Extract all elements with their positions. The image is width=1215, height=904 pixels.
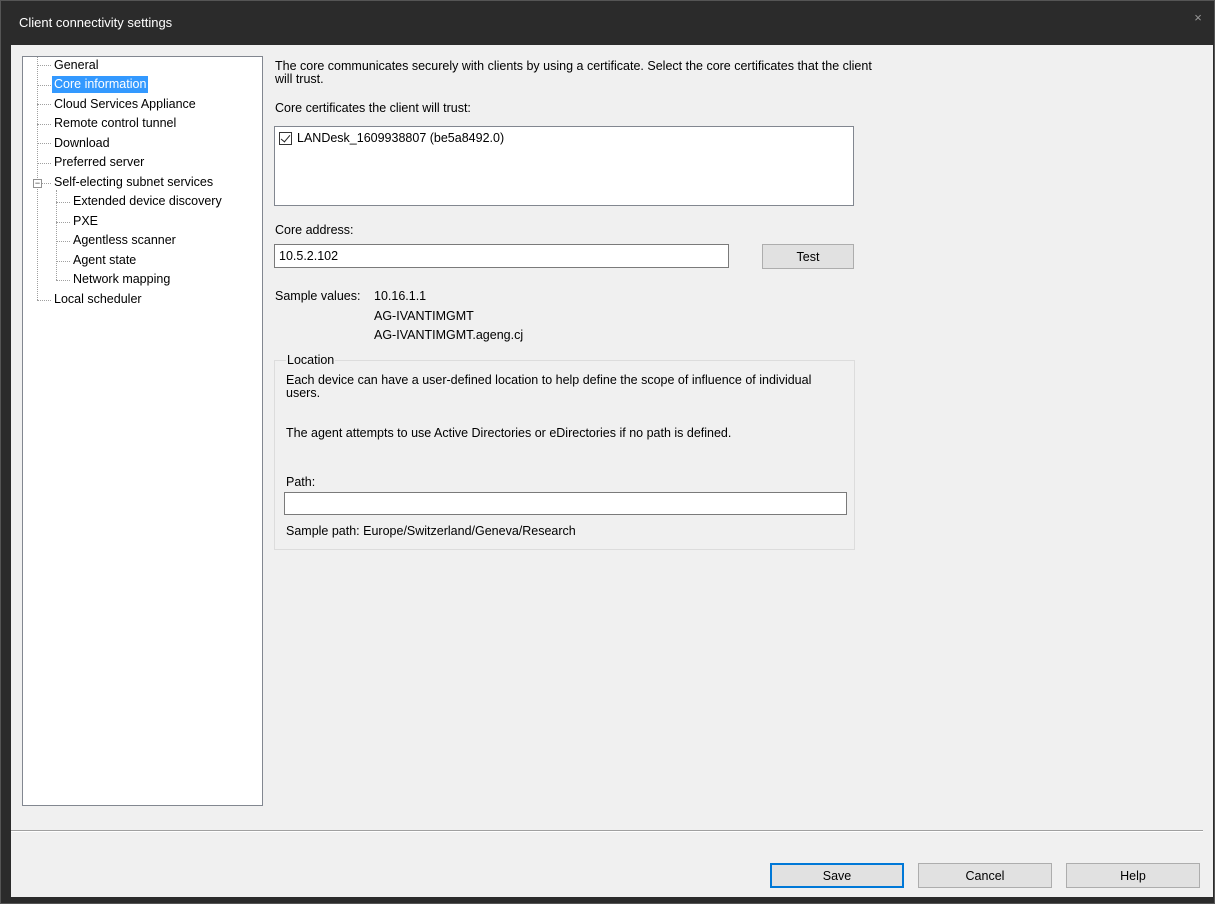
test-button[interactable]: Test (762, 244, 854, 269)
tree-connector (37, 300, 51, 301)
save-button[interactable]: Save (770, 863, 904, 888)
tree-item-label: Remote control tunnel (54, 116, 177, 130)
help-button[interactable]: Help (1066, 863, 1200, 888)
tree-connector (37, 143, 51, 144)
certificate-list[interactable]: LANDesk_1609938807 (be5a8492.0) (274, 126, 854, 206)
tree-item-label: General (54, 58, 99, 72)
tree-item-remote-control-tunnel[interactable]: Remote control tunnel (52, 115, 178, 133)
tree-item-label: Agent state (73, 253, 137, 267)
tree-connector (56, 261, 70, 262)
tree-connector (37, 163, 51, 164)
certificate-label: LANDesk_1609938807 (be5a8492.0) (297, 131, 505, 145)
dialog-body: − General Core information Cloud Service… (11, 45, 1213, 897)
tree-item-preferred-server[interactable]: Preferred server (52, 154, 146, 172)
tree-item-label: Cloud Services Appliance (54, 97, 196, 111)
location-legend: Location (286, 353, 336, 367)
cancel-button[interactable]: Cancel (918, 863, 1052, 888)
certificate-item[interactable]: LANDesk_1609938807 (be5a8492.0) (279, 131, 504, 145)
tree-item-label: Download (54, 136, 110, 150)
core-address-label: Core address: (275, 223, 354, 237)
path-input[interactable] (284, 492, 847, 515)
tree-item-label: Self-electing subnet services (54, 175, 214, 189)
tree-item-agent-state[interactable]: Agent state (71, 252, 138, 270)
collapse-minus-icon[interactable]: − (33, 179, 42, 188)
footer-separator (11, 830, 1203, 832)
core-description: The core communicates securely with clie… (275, 59, 872, 86)
tree-item-local-scheduler[interactable]: Local scheduler (52, 291, 144, 309)
sample-values-label: Sample values: (275, 289, 361, 303)
tree-item-extended-device-discovery[interactable]: Extended device discovery (71, 193, 224, 211)
checkmark-icon[interactable] (279, 131, 292, 145)
tree-connector (37, 104, 51, 105)
tree-connector (56, 280, 70, 281)
tree-item-core-information[interactable]: Core information (52, 76, 149, 94)
tree-item-label: PXE (73, 214, 99, 228)
settings-tree[interactable]: − General Core information Cloud Service… (22, 56, 263, 806)
tree-connector (56, 202, 70, 203)
core-address-input[interactable] (274, 244, 729, 268)
cert-list-label: Core certificates the client will trust: (275, 101, 471, 115)
tree-connector (56, 241, 70, 242)
tree-connector (42, 183, 51, 184)
tree-item-network-mapping[interactable]: Network mapping (71, 271, 172, 289)
close-icon[interactable]: × (1188, 9, 1208, 27)
tree-item-label: Core information (52, 76, 149, 93)
window-title: Client connectivity settings (19, 15, 173, 30)
tree-connector (56, 222, 70, 223)
tree-item-download[interactable]: Download (52, 135, 112, 153)
tree-item-general[interactable]: General (52, 57, 100, 75)
sample-value: AG-IVANTIMGMT (374, 309, 474, 323)
tree-item-pxe[interactable]: PXE (71, 213, 100, 231)
tree-connector (56, 190, 57, 280)
tree-item-label: Extended device discovery (73, 194, 222, 208)
path-label: Path: (286, 475, 316, 489)
tree-item-label: Preferred server (54, 155, 145, 169)
sample-value: AG-IVANTIMGMT.ageng.cj (374, 328, 524, 342)
tree-item-label: Local scheduler (54, 292, 142, 306)
tree-connector (37, 65, 51, 66)
dialog-window: Client connectivity settings × − General… (0, 0, 1215, 904)
sample-value: 10.16.1.1 (374, 289, 427, 303)
tree-item-self-electing-subnet-services[interactable]: Self-electing subnet services (52, 174, 215, 192)
tree-connector (37, 124, 51, 125)
tree-item-label: Agentless scanner (73, 233, 176, 247)
location-description: Each device can have a user-defined loca… (286, 373, 812, 400)
title-bar[interactable]: Client connectivity settings × (1, 1, 1214, 45)
tree-item-agentless-scanner[interactable]: Agentless scanner (71, 232, 178, 250)
sample-path: Sample path: Europe/Switzerland/Geneva/R… (286, 524, 576, 538)
tree-item-cloud-services-appliance[interactable]: Cloud Services Appliance (52, 96, 198, 114)
tree-item-label: Network mapping (73, 272, 171, 286)
tree-connector (37, 85, 51, 86)
location-note: The agent attempts to use Active Directo… (286, 426, 732, 440)
